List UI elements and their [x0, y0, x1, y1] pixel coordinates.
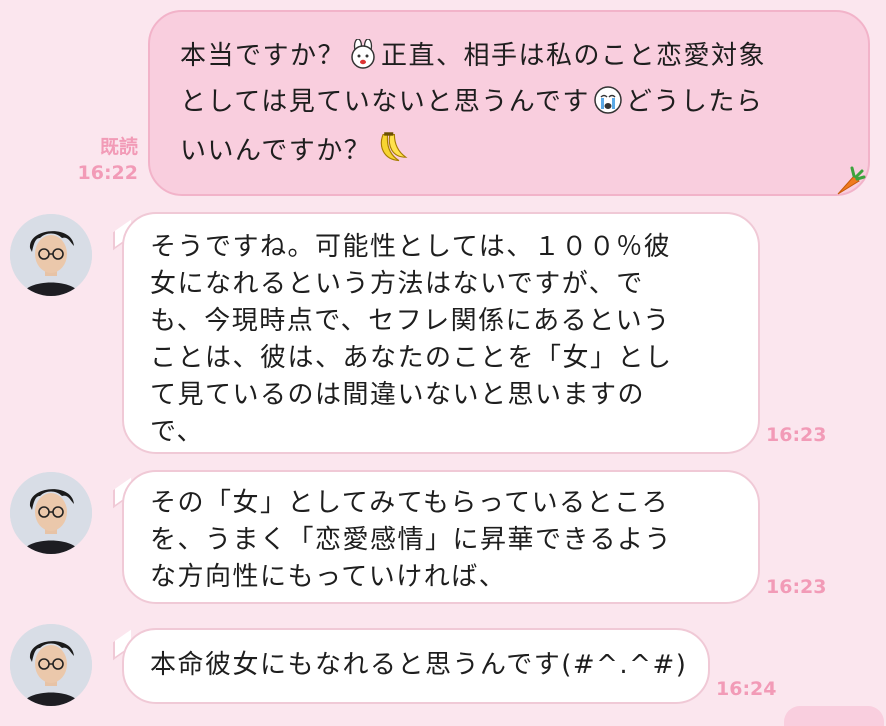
outgoing-message-bubble[interactable]: 本当ですか？ 正直、相手は私のこと恋愛対象 としては見ていないと思うんです どう…: [148, 10, 870, 196]
message-line: 本命彼女にもなれると思うんです(#^.^#): [150, 650, 688, 680]
person-avatar-icon: [10, 472, 92, 554]
carrot-icon: [837, 166, 866, 195]
message-time: 16:22: [77, 162, 138, 184]
banana-emoji-icon: [381, 132, 408, 162]
avatar[interactable]: [10, 214, 92, 296]
avatar[interactable]: [10, 624, 92, 706]
message-line: て見ているのは間違いないと思いますの: [150, 380, 646, 410]
message-line: いいんですか？: [180, 130, 848, 170]
message-time: 16:23: [766, 576, 827, 598]
message-line: 本当ですか？ 正直、相手は私のこと恋愛対象: [180, 39, 767, 71]
message-line: その「女」としてみてもらっているところ: [150, 488, 670, 518]
read-receipt: 既読 16:22: [60, 134, 138, 186]
incoming-message-bubble[interactable]: その「女」としてみてもらっているところ を、うまく「恋愛感情」に昇華できるよう …: [122, 470, 760, 604]
message-line: を、うまく「恋愛感情」に昇華できるよう: [150, 525, 672, 555]
message-time: 16:24: [716, 678, 777, 700]
rabbit-emoji-icon: [351, 39, 375, 69]
person-avatar-icon: [10, 214, 92, 296]
incoming-message-bubble[interactable]: 本命彼女にもなれると思うんです(#^.^#): [122, 628, 710, 704]
message-line: ことは、彼は、あなたのことを「女」とし: [150, 343, 673, 373]
message-line: としては見ていないと思うんです どうしたら: [180, 86, 764, 117]
avatar[interactable]: [10, 472, 92, 554]
message-line: 女になれるという方法はないですが、で: [150, 269, 644, 299]
next-message-bubble-edge: [784, 706, 884, 726]
message-time: 16:23: [766, 424, 827, 446]
incoming-message-bubble[interactable]: そうですね。可能性としては、１００％彼 女になれるという方法はないですが、で も…: [122, 212, 760, 454]
read-label: 既読: [99, 136, 138, 158]
message-line: な方向性にもっていければ、: [150, 562, 507, 592]
crying-emoji-icon: [594, 86, 622, 114]
message-line: で、: [150, 417, 204, 447]
person-avatar-icon: [10, 624, 92, 706]
message-line: そうですね。可能性としては、１００％彼: [150, 232, 672, 262]
message-line: も、今現時点で、セフレ関係にあるという: [150, 306, 671, 336]
